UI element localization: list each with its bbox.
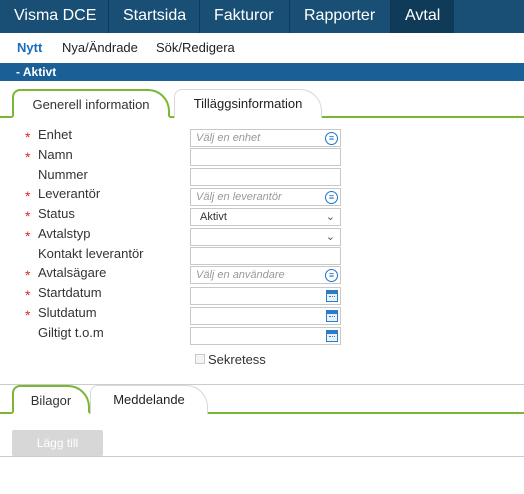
section-divider — [0, 384, 524, 385]
nav-visma-dce[interactable]: Visma DCE — [0, 0, 109, 33]
list-picker-icon[interactable]: ≡ — [325, 269, 338, 282]
calendar-icon[interactable] — [326, 290, 338, 302]
tab-meddelande[interactable]: Meddelande — [90, 385, 208, 414]
leverantor-field[interactable]: Välj en leverantör ≡ — [190, 188, 341, 206]
label-nummer: Nummer — [38, 167, 88, 182]
avtalsagare-field[interactable]: Välj en användare ≡ — [190, 266, 341, 284]
avtalsagare-placeholder: Välj en användare — [196, 269, 285, 281]
form-row-kontakt-leverantor: Kontakt leverantör — [0, 246, 524, 266]
nummer-input[interactable] — [190, 168, 341, 186]
required-marker: * — [25, 129, 31, 145]
form-row-startdatum: * Startdatum — [0, 285, 524, 305]
subnav-nytt[interactable]: Nytt — [17, 40, 42, 55]
form-row-avtalsagare: * Avtalsägare Välj en användare ≡ — [0, 265, 524, 285]
form-row-slutdatum: * Slutdatum — [0, 305, 524, 325]
list-picker-icon[interactable]: ≡ — [325, 191, 338, 204]
form-row-nummer: Nummer — [0, 167, 524, 187]
avtalstyp-select[interactable]: ⌄ — [190, 228, 341, 246]
nav-startsida[interactable]: Startsida — [109, 0, 200, 33]
required-marker: * — [25, 267, 31, 283]
status-value: Aktivt — [200, 211, 227, 223]
required-marker: * — [25, 228, 31, 244]
status-select[interactable]: Aktivt ⌄ — [190, 208, 341, 226]
sekretess-label: Sekretess — [208, 352, 266, 367]
calendar-icon[interactable] — [326, 330, 338, 342]
form-row-leverantor: * Leverantör Välj en leverantör ≡ — [0, 186, 524, 206]
label-avtalstyp: Avtalstyp — [38, 226, 91, 241]
required-marker: * — [25, 307, 31, 323]
attachments-divider — [0, 456, 524, 457]
label-slutdatum: Slutdatum — [38, 305, 97, 320]
sub-nav: Nytt Nya/Ändrade Sök/Redigera — [0, 33, 524, 59]
label-giltigt-tom: Giltigt t.o.m — [38, 325, 104, 340]
list-picker-icon[interactable]: ≡ — [325, 132, 338, 145]
calendar-icon[interactable] — [326, 310, 338, 322]
top-nav: Visma DCE Startsida Fakturor Rapporter A… — [0, 0, 524, 33]
slutdatum-input[interactable] — [190, 307, 341, 325]
required-marker: * — [25, 208, 31, 224]
label-avtalsagare: Avtalsägare — [38, 265, 107, 280]
chevron-down-icon: ⌄ — [325, 231, 335, 243]
required-marker: * — [25, 188, 31, 204]
tab-generell-information[interactable]: Generell information — [12, 89, 170, 118]
subnav-nya-andrade[interactable]: Nya/Ändrade — [62, 40, 138, 55]
label-namn: Namn — [38, 147, 73, 162]
tab-bilagor[interactable]: Bilagor — [12, 385, 90, 414]
form-row-status: * Status Aktivt ⌄ — [0, 206, 524, 226]
namn-input[interactable] — [190, 148, 341, 166]
section-header[interactable]: - Aktivt — [0, 63, 524, 81]
required-marker: * — [25, 149, 31, 165]
add-attachment-button[interactable]: Lägg till — [12, 430, 103, 456]
kontakt-leverantor-input[interactable] — [190, 247, 341, 265]
nav-fakturor[interactable]: Fakturor — [200, 0, 290, 33]
tab-tillaggsinformation[interactable]: Tilläggsinformation — [174, 89, 322, 118]
required-marker: * — [25, 287, 31, 303]
leverantor-placeholder: Välj en leverantör — [196, 191, 282, 203]
form-row-namn: * Namn — [0, 147, 524, 167]
label-kontakt-leverantor: Kontakt leverantör — [38, 246, 144, 261]
label-status: Status — [38, 206, 75, 221]
subnav-sok-redigera[interactable]: Sök/Redigera — [156, 40, 235, 55]
sekretess-checkbox[interactable] — [195, 354, 205, 364]
label-leverantor: Leverantör — [38, 186, 101, 201]
enhet-field[interactable]: Välj en enhet ≡ — [190, 129, 341, 147]
giltigt-tom-input[interactable] — [190, 327, 341, 345]
nav-avtal[interactable]: Avtal — [391, 0, 454, 33]
label-startdatum: Startdatum — [38, 285, 102, 300]
form-row-avtalstyp: * Avtalstyp ⌄ — [0, 226, 524, 246]
enhet-placeholder: Välj en enhet — [196, 132, 261, 144]
chevron-down-icon: ⌄ — [325, 211, 335, 223]
startdatum-input[interactable] — [190, 287, 341, 305]
label-enhet: Enhet — [38, 127, 72, 142]
form-row-giltigt-tom: Giltigt t.o.m — [0, 325, 524, 345]
nav-rapporter[interactable]: Rapporter — [290, 0, 391, 33]
form-row-enhet: * Enhet Välj en enhet ≡ — [0, 127, 524, 147]
